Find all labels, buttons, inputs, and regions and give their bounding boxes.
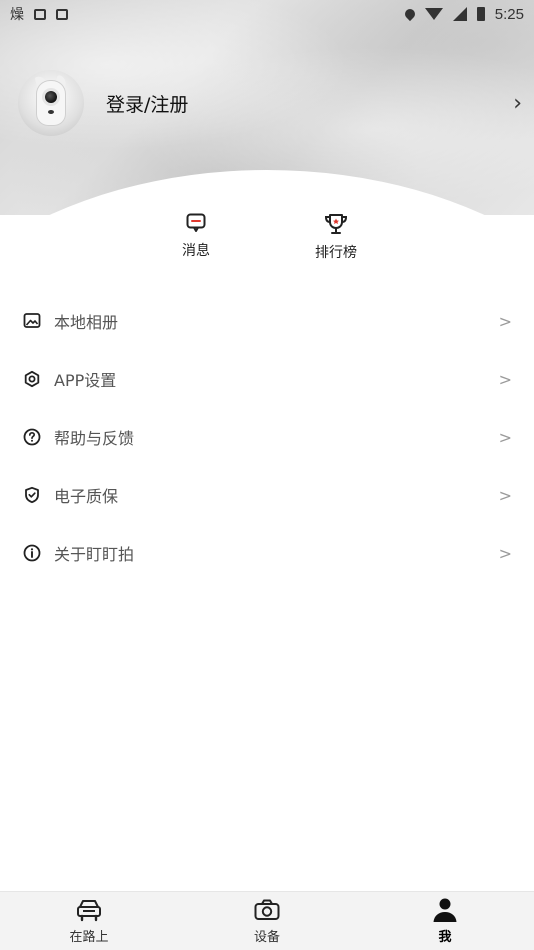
menu-item-about[interactable]: 关于盯盯拍 >	[0, 524, 534, 582]
bottom-nav: 在路上 设备 我	[0, 891, 534, 950]
status-right: 5:25	[402, 5, 524, 23]
menu-item-label: 关于盯盯拍	[54, 545, 135, 564]
wifi-icon	[424, 8, 443, 20]
chevron-right-icon: >	[498, 369, 512, 389]
avatar-camera-lens	[45, 91, 57, 103]
album-icon	[22, 311, 42, 331]
menu-item-e-warranty[interactable]: 电子质保 >	[0, 466, 534, 524]
location-icon	[402, 6, 417, 22]
shield-icon	[22, 485, 42, 505]
status-left: 燥	[10, 4, 68, 24]
leaderboard-button[interactable]: 排行榜	[310, 212, 362, 262]
chevron-right-icon[interactable]: ›	[513, 91, 522, 116]
nav-label: 设备	[253, 930, 280, 945]
menu-item-label: 帮助与反馈	[54, 429, 135, 448]
messages-label: 消息	[182, 243, 210, 259]
battery-icon	[476, 7, 485, 21]
trophy-icon	[324, 214, 348, 234]
chevron-right-icon: >	[498, 427, 512, 447]
menu-item-app-settings[interactable]: APP设置 >	[0, 350, 534, 408]
menu-item-help-feedback[interactable]: 帮助与反馈 >	[0, 408, 534, 466]
message-icon	[186, 213, 206, 232]
weather-icon: 燥	[10, 7, 24, 23]
menu-item-label: APP设置	[54, 371, 117, 390]
person-icon	[433, 898, 457, 922]
chevron-right-icon: >	[498, 543, 512, 563]
avatar-camera-body	[36, 80, 66, 126]
message-icon	[34, 8, 46, 20]
a-icon	[56, 8, 68, 20]
menu-item-label: 电子质保	[54, 487, 119, 506]
quick-actions: 消息 排行榜	[0, 208, 534, 278]
messages-button[interactable]: 消息	[176, 212, 216, 260]
status-time: 5:25	[494, 5, 524, 23]
nav-devices[interactable]: 设备	[178, 892, 356, 950]
camera-icon	[254, 899, 280, 920]
login-register-label[interactable]: 登录/注册	[106, 90, 513, 117]
menu-list: 本地相册 > APP设置 > 帮助与反馈 > 电子质保 > 关于盯盯拍 >	[0, 292, 534, 582]
menu-item-local-album[interactable]: 本地相册 >	[0, 292, 534, 350]
nav-label: 我	[438, 930, 452, 945]
info-icon	[22, 543, 42, 563]
settings-icon	[22, 369, 42, 389]
login-row[interactable]: 登录/注册 ›	[18, 70, 528, 136]
avatar[interactable]	[18, 70, 84, 136]
nav-label: 在路上	[69, 930, 109, 945]
status-bar: 燥 5:25	[0, 0, 534, 28]
leaderboard-label: 排行榜	[315, 245, 357, 261]
nav-me[interactable]: 我	[356, 892, 534, 950]
signal-icon	[452, 7, 467, 21]
help-icon	[22, 427, 42, 447]
chevron-right-icon: >	[498, 485, 512, 505]
car-icon	[77, 900, 101, 922]
chevron-right-icon: >	[498, 311, 512, 331]
avatar-camera-nose	[48, 110, 54, 114]
menu-item-label: 本地相册	[54, 313, 119, 332]
nav-on-the-road[interactable]: 在路上	[0, 892, 178, 950]
